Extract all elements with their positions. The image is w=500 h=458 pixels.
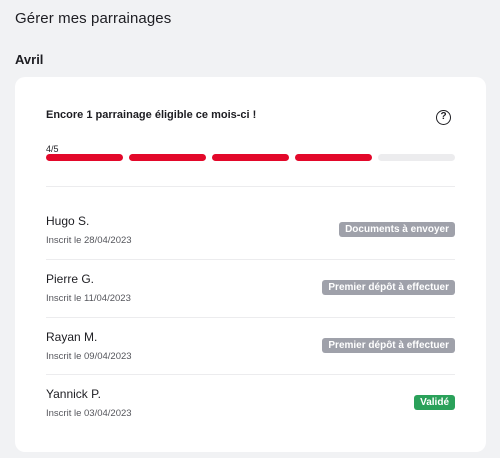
referral-date: Inscrit le 09/04/2023 bbox=[46, 351, 132, 362]
referrals-card: Encore 1 parrainage éligible ce mois-ci … bbox=[15, 77, 486, 452]
divider bbox=[46, 259, 455, 260]
progress-segment-filled bbox=[295, 154, 372, 161]
progress-segment-filled bbox=[129, 154, 206, 161]
divider bbox=[46, 317, 455, 318]
referral-name: Hugo S. bbox=[46, 214, 90, 228]
referral-row: Rayan M. Inscrit le 09/04/2023 Premier d… bbox=[46, 330, 455, 388]
referral-date: Inscrit le 11/04/2023 bbox=[46, 293, 131, 304]
referral-name: Rayan M. bbox=[46, 330, 98, 344]
referral-date: Inscrit le 28/04/2023 bbox=[46, 235, 132, 246]
progress-segment-empty bbox=[378, 154, 455, 161]
divider bbox=[46, 186, 455, 187]
status-badge: Premier dépôt à effectuer bbox=[322, 280, 455, 295]
progress-segment-filled bbox=[212, 154, 289, 161]
status-badge: Validé bbox=[414, 395, 455, 410]
referral-row: Yannick P. Inscrit le 03/04/2023 Validé bbox=[46, 387, 455, 445]
month-section-title: Avril bbox=[15, 52, 44, 67]
referral-row: Pierre G. Inscrit le 11/04/2023 Premier … bbox=[46, 272, 455, 330]
eligibility-headline: Encore 1 parrainage éligible ce mois-ci … bbox=[46, 109, 257, 121]
progress-count: 4/5 bbox=[46, 144, 59, 154]
referral-name: Pierre G. bbox=[46, 272, 95, 286]
page-title: Gérer mes parrainages bbox=[15, 10, 172, 27]
status-badge: Premier dépôt à effectuer bbox=[322, 338, 455, 353]
referral-date: Inscrit le 03/04/2023 bbox=[46, 408, 132, 419]
status-badge: Documents à envoyer bbox=[339, 222, 455, 237]
divider bbox=[46, 374, 455, 375]
progress-segment-filled bbox=[46, 154, 123, 161]
progress-bar bbox=[46, 154, 455, 161]
question-circle-icon[interactable]: ? bbox=[436, 110, 451, 125]
referral-row: Hugo S. Inscrit le 28/04/2023 Documents … bbox=[46, 214, 455, 272]
referral-name: Yannick P. bbox=[46, 387, 101, 401]
